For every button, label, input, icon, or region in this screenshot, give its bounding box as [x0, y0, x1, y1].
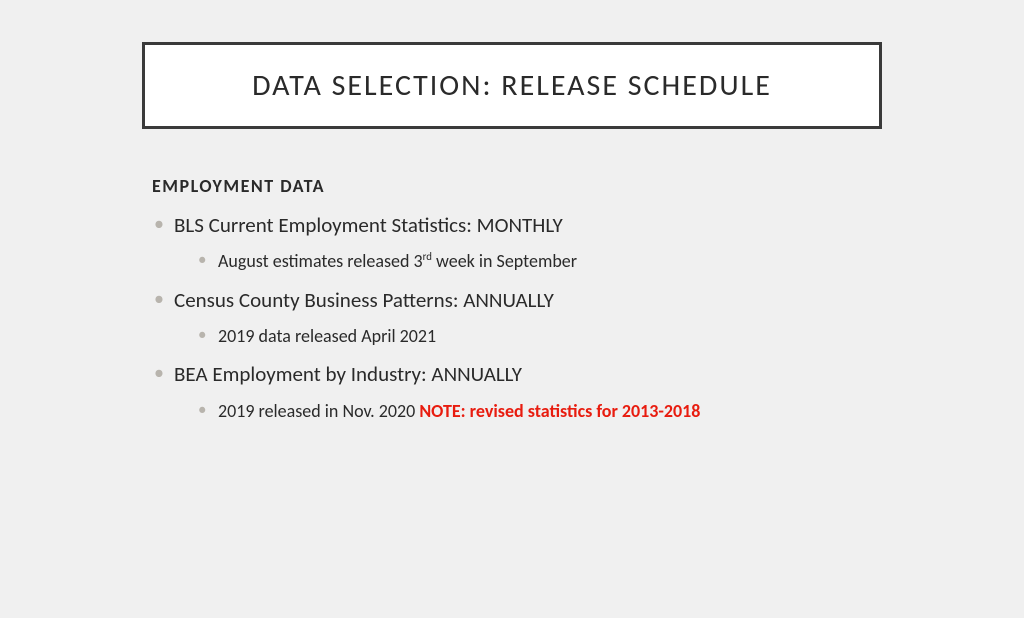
sub-text-pre: August estimates released 3	[218, 250, 423, 272]
sub-text-post: week in September	[432, 250, 577, 272]
sub-list: 2019 data released April 2021	[174, 324, 912, 348]
item-list: BLS Current Employment Statistics: MONTH…	[152, 211, 912, 423]
sub-text-pre: 2019 data released April 2021	[218, 325, 436, 347]
section-heading: EMPLOYMENT DATA	[152, 175, 912, 197]
sub-item: 2019 data released April 2021	[196, 324, 912, 348]
item-label: BLS Current Employment Statistics: MONTH…	[174, 212, 563, 238]
note-text: NOTE: revised statistics for 2013-2018	[419, 400, 700, 422]
slide-title: DATA SELECTION: RELEASE SCHEDULE	[165, 67, 859, 104]
sub-item: August estimates released 3rd week in Se…	[196, 249, 912, 273]
sub-text-pre: 2019 released in Nov. 2020	[218, 400, 419, 422]
item-label: Census County Business Patterns: ANNUALL…	[174, 287, 554, 313]
item-label: BEA Employment by Industry: ANNUALLY	[174, 361, 522, 387]
sub-list: 2019 released in Nov. 2020 NOTE: revised…	[174, 399, 912, 423]
sub-list: August estimates released 3rd week in Se…	[174, 249, 912, 273]
list-item: Census County Business Patterns: ANNUALL…	[152, 286, 912, 349]
slide-content: EMPLOYMENT DATA BLS Current Employment S…	[152, 175, 912, 423]
list-item: BLS Current Employment Statistics: MONTH…	[152, 211, 912, 274]
sub-item: 2019 released in Nov. 2020 NOTE: revised…	[196, 399, 912, 423]
list-item: BEA Employment by Industry: ANNUALLY 201…	[152, 360, 912, 423]
slide-title-box: DATA SELECTION: RELEASE SCHEDULE	[142, 42, 882, 129]
sub-text-sup: rd	[423, 250, 432, 263]
